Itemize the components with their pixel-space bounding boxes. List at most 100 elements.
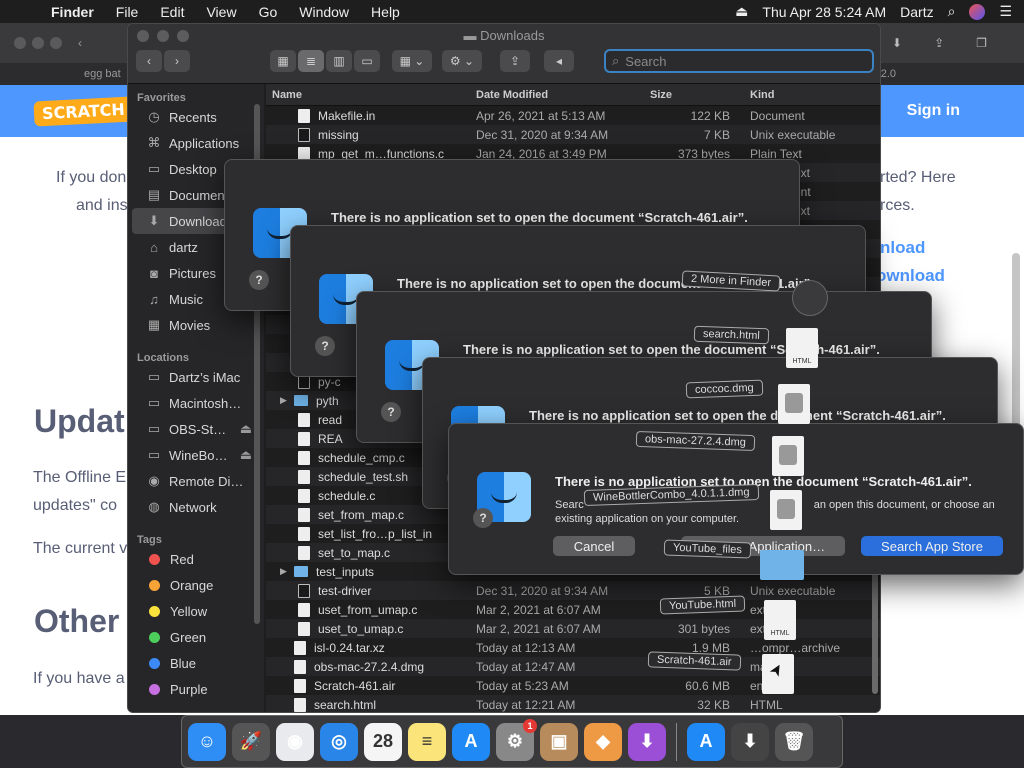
icon-view-button[interactable]: ▦ (270, 50, 296, 72)
table-row[interactable]: search.html Today at 12:21 AM 32 KB HTML (266, 695, 880, 712)
sidebar-item-label: Pictures (169, 265, 216, 281)
installer-icon[interactable]: ⬇ (628, 722, 666, 761)
menu-go[interactable]: Go (248, 4, 289, 20)
spotlight-icon[interactable]: ⌕ (948, 3, 956, 20)
app-store-folder-icon[interactable]: A (687, 722, 725, 761)
help-button[interactable]: ? (381, 402, 401, 422)
disk-icon: ▭ (147, 421, 161, 436)
action-gear-icon[interactable]: ⚙ ⌄ (442, 50, 482, 72)
sidebar-item-location[interactable]: ◍ Network (128, 494, 264, 520)
download-link[interactable]: nload (880, 238, 925, 258)
sidebar-tag-green[interactable]: Green (128, 624, 264, 650)
sidebar-tag-orange[interactable]: Orange (128, 572, 264, 598)
trash-icon[interactable]: 🗑 (775, 722, 813, 761)
finder-icon[interactable]: ☺ (188, 722, 226, 761)
folder-icon (760, 550, 804, 580)
table-row[interactable]: Makefile.in Apr 26, 2021 at 5:13 AM 122 KB… (266, 106, 880, 125)
sidebar-tag-yellow[interactable]: Yellow (128, 598, 264, 624)
sidebar-tag-purple[interactable]: Purple (128, 676, 264, 702)
search-input[interactable] (625, 53, 846, 69)
file-size: 7 KB (703, 127, 730, 142)
document-icon (298, 602, 310, 617)
downloads-icon: ⬇ (148, 213, 160, 228)
column-name[interactable]: Name (266, 89, 476, 101)
eject-icon[interactable]: ⏏ (240, 447, 252, 463)
column-kind[interactable]: Kind (750, 89, 870, 101)
scratch-logo[interactable]: SCRATCH (33, 95, 134, 127)
sidebar-item-location[interactable]: ▭ OBS-St… ⏏ (128, 416, 264, 442)
file-name: set_to_map.c (318, 545, 391, 560)
file-name: test-driver (318, 583, 372, 598)
app-store-icon[interactable]: A (452, 722, 490, 761)
archive-utility-icon[interactable]: ▣ (540, 722, 578, 761)
eject-icon[interactable]: ⏏ (240, 421, 252, 437)
back-button[interactable]: ‹ (136, 50, 162, 72)
sidebar-item-label: Network (169, 499, 217, 515)
table-row[interactable]: missing Dec 31, 2020 at 9:34 AM 7 KB Unix e… (266, 125, 880, 144)
forward-button[interactable]: › (164, 50, 190, 72)
menu-window[interactable]: Window (288, 4, 360, 20)
help-button[interactable]: ? (315, 336, 335, 356)
table-row[interactable]: test-driver Dec 31, 2020 at 9:34 AM 5 KB Un… (266, 581, 880, 600)
column-date[interactable]: Date Modified (476, 89, 650, 101)
file-name: schedule.c (318, 488, 376, 503)
menu-view[interactable]: View (195, 4, 247, 20)
help-button[interactable]: ? (249, 270, 269, 290)
calendar-icon[interactable]: 28 (364, 722, 402, 761)
notes-icon[interactable]: ≡ (408, 722, 446, 761)
siri-icon[interactable] (969, 3, 986, 20)
list-view-button[interactable]: ≣ (298, 50, 324, 72)
tag-icon[interactable]: ◂ (544, 50, 574, 72)
heading: Other (34, 603, 120, 639)
download-icon[interactable]: ⬇ (892, 36, 902, 50)
share-icon[interactable]: ⇪ (500, 50, 530, 72)
sidebar-item-recents[interactable]: ◷ Recents (128, 104, 264, 130)
download-link[interactable]: ownload (876, 266, 945, 286)
sidebar-item-location[interactable]: ▭ WineBo… ⏏ (128, 442, 264, 468)
sidebar-tag-red[interactable]: Red (128, 546, 264, 572)
share-icon[interactable]: ⇪ (934, 36, 944, 50)
menu-file[interactable]: File (105, 4, 150, 20)
system-preferences-icon[interactable]: ⚙ 1 (496, 718, 537, 761)
sidebar-tag-blue[interactable]: Blue (128, 650, 264, 676)
column-view-button[interactable]: ▥ (326, 50, 352, 72)
disclosure-triangle-icon[interactable]: ▶ (280, 566, 294, 577)
browser-tab[interactable]: egg bat (0, 68, 121, 80)
user-menu[interactable]: Dartz (900, 4, 933, 20)
sidebar-item-location[interactable]: ▭ Macintosh… (128, 390, 264, 416)
prism-icon[interactable]: ◆ (584, 722, 622, 761)
launchpad-icon[interactable]: 🚀 (232, 722, 270, 761)
help-button[interactable]: ? (473, 508, 493, 528)
search-field[interactable]: ⌕ (604, 49, 874, 73)
cancel-button[interactable]: Cancel (553, 536, 635, 556)
file-name: REA (318, 431, 343, 446)
downloads-stack-icon[interactable]: ⬇ (731, 722, 769, 761)
back-icon[interactable]: ‹ (78, 36, 82, 50)
column-size[interactable]: Size (650, 89, 750, 101)
file-name: isl-0.24.tar.xz (314, 640, 385, 655)
zoom-button[interactable] (50, 37, 62, 49)
sign-in-link[interactable]: Sign in (907, 102, 1006, 120)
tabs-icon[interactable]: ❐ (976, 36, 987, 50)
disk-icon: ▭ (147, 447, 161, 462)
gallery-view-button[interactable]: ▭ (354, 50, 380, 72)
sidebar-item-movies[interactable]: ▦ Movies (128, 312, 264, 338)
close-button[interactable] (14, 37, 26, 49)
chrome-icon[interactable]: ◉ (276, 722, 314, 761)
menu-help[interactable]: Help (360, 4, 411, 20)
group-button[interactable]: ▦ ⌄ (392, 50, 432, 72)
sidebar-item-location[interactable]: ◉ Remote Di… (128, 468, 264, 494)
control-center-icon[interactable]: ☰ (999, 3, 1012, 20)
sidebar-item-applications[interactable]: ⌘ Applications (128, 130, 264, 156)
minimize-button[interactable] (32, 37, 44, 49)
page-text: rces. (880, 197, 915, 214)
sidebar-item-location[interactable]: ▭ Dartz’s iMac (128, 364, 264, 390)
eject-icon[interactable]: ⏏ (735, 3, 748, 20)
safari-icon[interactable]: ◎ (320, 722, 358, 761)
clock[interactable]: Thu Apr 28 5:24 AM (762, 4, 886, 20)
file-name: Scratch-461.air (314, 678, 396, 693)
search-app-store-button[interactable]: Search App Store (861, 536, 1003, 556)
disclosure-triangle-icon[interactable]: ▶ (280, 395, 294, 406)
menu-finder[interactable]: Finder (40, 4, 105, 20)
menu-edit[interactable]: Edit (149, 4, 195, 20)
